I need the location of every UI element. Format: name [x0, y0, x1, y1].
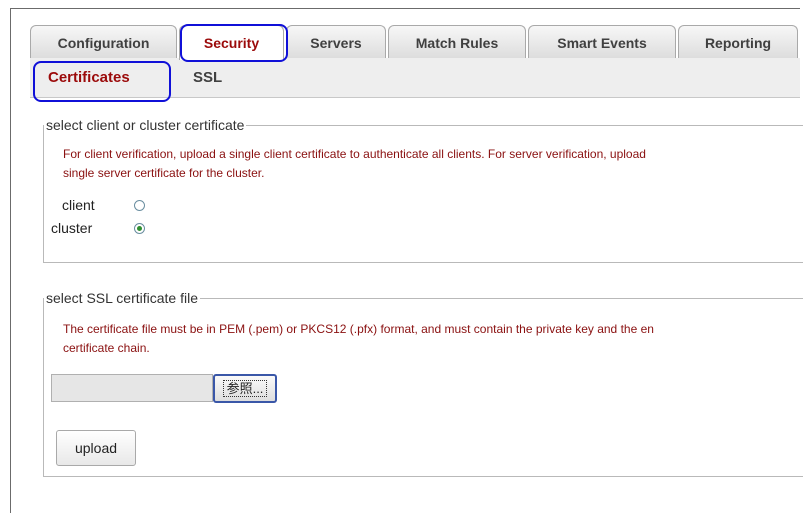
browse-button-label: 参照... — [222, 380, 268, 397]
tab-reporting[interactable]: Reporting — [678, 25, 798, 59]
upload-button[interactable]: upload — [56, 430, 136, 466]
client-cluster-description-line1: For client verification, upload a single… — [63, 147, 646, 161]
sub-tab-bar: Certificates SSL — [30, 58, 800, 98]
main-tab-bar: Configuration Security Servers Match Rul… — [30, 25, 800, 60]
ssl-file-legend: select SSL certificate file — [46, 290, 198, 306]
client-cluster-fieldset: select client or cluster certificate — [43, 117, 803, 263]
tab-security[interactable]: Security — [179, 25, 284, 60]
client-cluster-description-line2: single server certificate for the cluste… — [63, 166, 265, 180]
client-radio-label: client — [62, 197, 95, 213]
tab-servers[interactable]: Servers — [286, 25, 386, 59]
certificate-file-input[interactable] — [51, 374, 213, 402]
ssl-file-description: The certificate file must be in PEM (.pe… — [63, 320, 654, 358]
subtab-ssl[interactable]: SSL — [193, 64, 222, 92]
ssl-file-description-line1: The certificate file must be in PEM (.pe… — [63, 322, 654, 336]
subtab-certificates[interactable]: Certificates — [48, 64, 130, 92]
client-cluster-description: For client verification, upload a single… — [63, 145, 646, 183]
tab-smart-events[interactable]: Smart Events — [528, 25, 676, 59]
cluster-radio[interactable] — [134, 223, 145, 234]
cluster-radio-label: cluster — [51, 220, 93, 236]
browse-button[interactable]: 参照... — [213, 374, 277, 403]
client-cluster-legend: select client or cluster certificate — [46, 117, 245, 133]
tab-configuration[interactable]: Configuration — [30, 25, 177, 59]
ssl-file-description-line2: certificate chain. — [63, 341, 150, 355]
tab-match-rules[interactable]: Match Rules — [388, 25, 526, 59]
client-radio[interactable] — [134, 200, 145, 211]
